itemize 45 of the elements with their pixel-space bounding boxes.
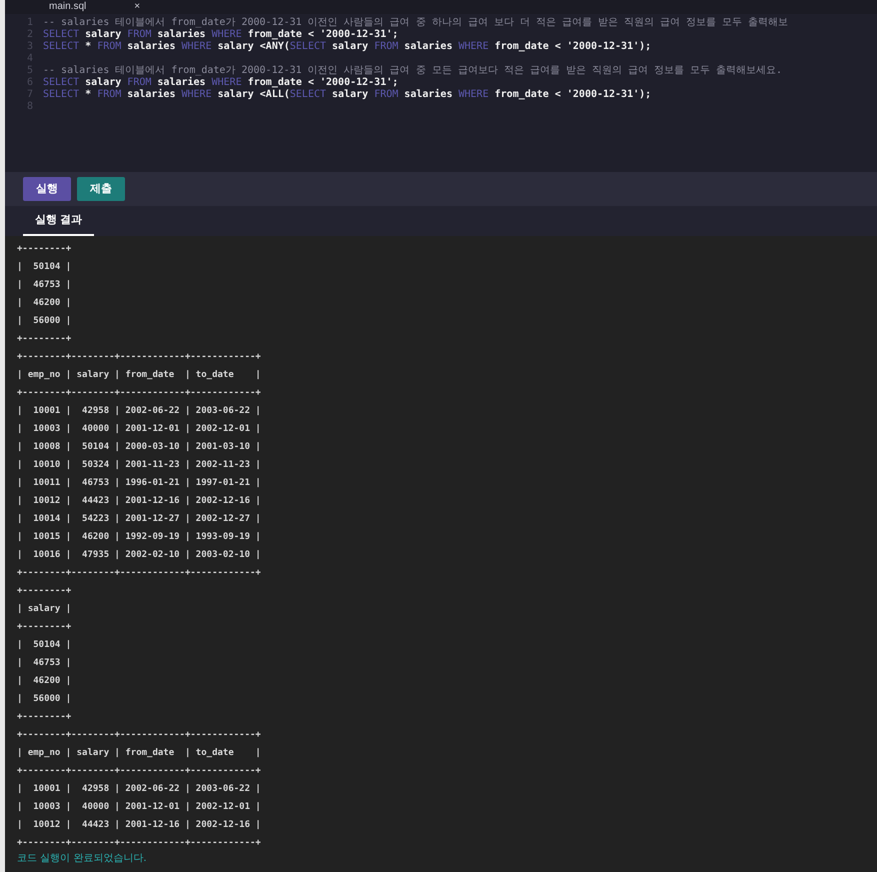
output-line: | 10010 | 50324 | 2001-11-23 | 2002-11-23 | bbox=[17, 459, 261, 472]
code-comment: -- salaries 테이블에서 from_date가 2000-12-31 이전인 사람들의 급여 중 하나의 급여 보다 더 적은 급여를 받은 직원의 급여 정보를 모두 출력해보 bbox=[43, 16, 788, 28]
output-line: +--------+--------+------------+------------+ bbox=[17, 567, 261, 580]
output-line: | 10008 | 50104 | 2000-03-10 | 2001-03-10 | bbox=[17, 441, 261, 454]
output-line: +--------+ bbox=[17, 621, 72, 634]
code-comment: -- salaries 테이블에서 from_date가 2000-12-31 이전인 사람들의 급여 중 모든 급여보다 적은 급여를 받은 직원의 급여 정보를 모두 출력해보세요. bbox=[43, 64, 782, 76]
output-line: | 10015 | 46200 | 1992-09-19 | 1993-09-19 | bbox=[17, 531, 261, 544]
run-button[interactable]: 실행 bbox=[23, 177, 71, 201]
output-line: | 46200 | bbox=[17, 675, 72, 688]
output-line: | 10012 | 44423 | 2001-12-16 | 2002-12-16 | bbox=[17, 495, 261, 508]
output-line: | 10001 | 42958 | 2002-06-22 | 2003-06-22 | bbox=[17, 405, 261, 418]
output-line: +--------+--------+------------+------------+ bbox=[17, 837, 261, 850]
code-line: SELECT salary FROM salaries WHERE from_date < '2000-12-31'; bbox=[43, 27, 398, 40]
code-line: SELECT salary FROM salaries WHERE from_date < '2000-12-31'; bbox=[43, 75, 398, 88]
output-line: | 46200 | bbox=[17, 297, 72, 310]
output-line: | 10011 | 46753 | 1996-01-21 | 1997-01-21 | bbox=[17, 477, 261, 490]
output-line: | salary | bbox=[17, 603, 72, 616]
output-line: | 56000 | bbox=[17, 693, 72, 706]
output-line: +--------+--------+------------+------------+ bbox=[17, 387, 261, 400]
code-line: SELECT * FROM salaries WHERE salary <ALL(SELECT salary FROM salaries WHERE from_date < '2000-12-31'); bbox=[43, 88, 652, 102]
output-line: +--------+--------+------------+------------+ bbox=[17, 351, 261, 364]
output-line: | 10001 | 42958 | 2002-06-22 | 2003-06-22 | bbox=[17, 783, 261, 796]
output-line: | 10016 | 47935 | 2002-02-10 | 2003-02-10 | bbox=[17, 549, 261, 562]
close-icon[interactable]: × bbox=[134, 2, 140, 12]
output-line: | 46753 | bbox=[17, 657, 72, 670]
output-line: | emp_no | salary | from_date | to_date | bbox=[17, 369, 261, 382]
output-line: +--------+ bbox=[17, 333, 72, 346]
file-tab[interactable]: main.sql bbox=[49, 2, 86, 12]
code-line: SELECT * FROM salaries WHERE salary <ANY(SELECT salary FROM salaries WHERE from_date < '2000-12-31'); bbox=[43, 40, 652, 54]
output-line: | 10003 | 40000 | 2001-12-01 | 2002-12-01 | bbox=[17, 801, 261, 814]
submit-button[interactable]: 제출 bbox=[77, 177, 125, 201]
output-line: | 50104 | bbox=[17, 261, 72, 274]
output-line: +--------+ bbox=[17, 711, 72, 724]
output-line: | 46753 | bbox=[17, 279, 72, 292]
output-line: +--------+ bbox=[17, 585, 72, 598]
output-line: | 50104 | bbox=[17, 639, 72, 652]
output-line: +--------+--------+------------+------------+ bbox=[17, 729, 261, 742]
output-line: +--------+--------+------------+------------+ bbox=[17, 765, 261, 778]
output-line: | emp_no | salary | from_date | to_date | bbox=[17, 747, 261, 760]
output-line: | 56000 | bbox=[17, 315, 72, 328]
output-line: | 10014 | 54223 | 2001-12-27 | 2002-12-27 | bbox=[17, 513, 261, 526]
output-line: | 10003 | 40000 | 2001-12-01 | 2002-12-01 | bbox=[17, 423, 261, 436]
output-line: | 10012 | 44423 | 2001-12-16 | 2002-12-16 | bbox=[17, 819, 261, 832]
output-line: +--------+ bbox=[17, 243, 72, 256]
status-message: 코드 실행이 완료되었습니다. bbox=[17, 852, 147, 866]
